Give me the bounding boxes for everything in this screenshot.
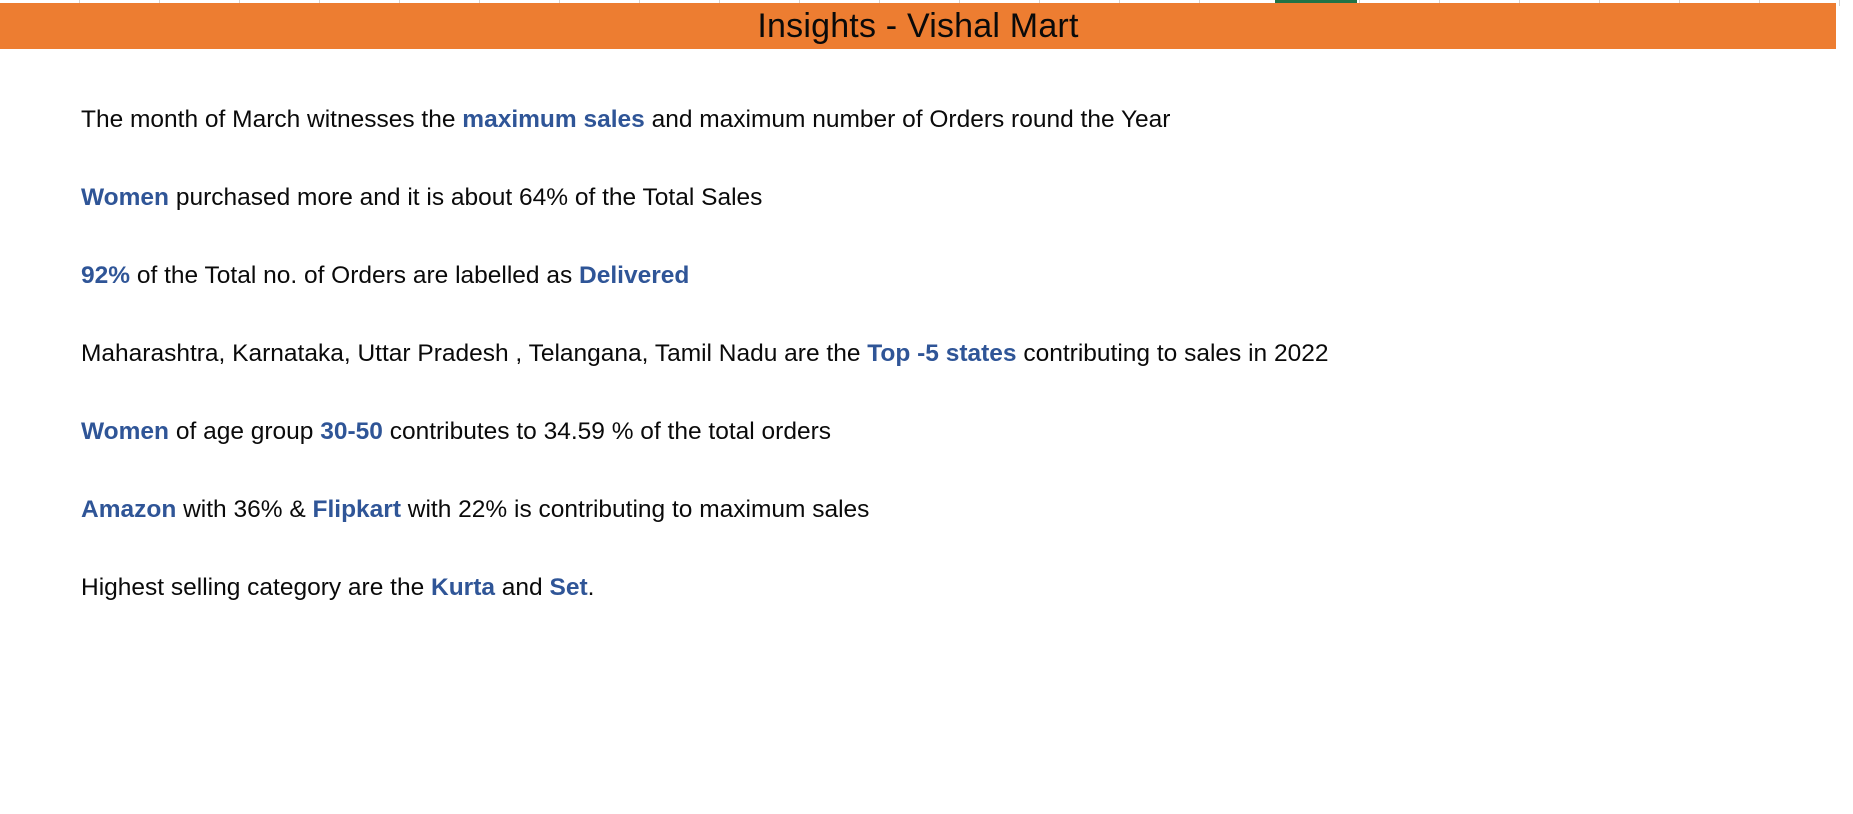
insight-highlight: Set bbox=[549, 574, 588, 601]
insight-row-1[interactable]: The month of March witnesses the maximum… bbox=[81, 100, 1781, 178]
insight-text: The month of March witnesses the bbox=[81, 106, 463, 133]
insight-highlight: Women bbox=[81, 184, 170, 211]
insight-text: with 22% is contributing to maximum sale… bbox=[400, 496, 870, 523]
insight-highlight: Flipkart bbox=[312, 496, 401, 523]
insight-highlight: Women bbox=[81, 418, 170, 445]
insight-row-2[interactable]: Women purchased more and it is about 64%… bbox=[81, 178, 1781, 256]
insight-text: Highest selling category are the bbox=[81, 574, 431, 601]
insight-text: . bbox=[587, 574, 595, 601]
insight-highlight: Top -5 states bbox=[867, 340, 1017, 367]
insights-list: The month of March witnesses the maximum… bbox=[81, 100, 1781, 646]
insight-text: and bbox=[494, 574, 550, 601]
insight-text: and maximum number of Orders round the Y… bbox=[644, 106, 1171, 133]
insight-row-6[interactable]: Amazon with 36% & Flipkart with 22% is c… bbox=[81, 490, 1781, 568]
insight-text: contributing to sales in 2022 bbox=[1016, 340, 1329, 367]
insight-highlight: maximum sales bbox=[462, 106, 645, 133]
insight-highlight: Kurta bbox=[431, 574, 495, 601]
spreadsheet-canvas[interactable]: Insights - Vishal Mart The month of Marc… bbox=[0, 0, 1853, 814]
insight-text: purchased more and it is about 64% of th… bbox=[169, 184, 763, 211]
page-title: Insights - Vishal Mart bbox=[757, 7, 1079, 45]
insight-highlight: Amazon bbox=[81, 496, 177, 523]
insight-text: of the Total no. of Orders are labelled … bbox=[130, 262, 580, 289]
insight-row-7[interactable]: Highest selling category are the Kurta a… bbox=[81, 568, 1781, 646]
insight-text: of age group bbox=[169, 418, 321, 445]
insight-row-4[interactable]: Maharashtra, Karnataka, Uttar Pradesh , … bbox=[81, 334, 1781, 412]
insight-row-5[interactable]: Women of age group 30-50 contributes to … bbox=[81, 412, 1781, 490]
insight-text: with 36% & bbox=[176, 496, 313, 523]
insight-text: Maharashtra, Karnataka, Uttar Pradesh , … bbox=[81, 340, 868, 367]
title-banner[interactable]: Insights - Vishal Mart bbox=[0, 3, 1836, 49]
insight-highlight: 30-50 bbox=[320, 418, 383, 445]
insight-highlight: 92% bbox=[81, 262, 131, 289]
insight-row-3[interactable]: 92% of the Total no. of Orders are label… bbox=[81, 256, 1781, 334]
insight-text: contributes to 34.59 % of the total orde… bbox=[382, 418, 831, 445]
insight-highlight: Delivered bbox=[579, 262, 690, 289]
